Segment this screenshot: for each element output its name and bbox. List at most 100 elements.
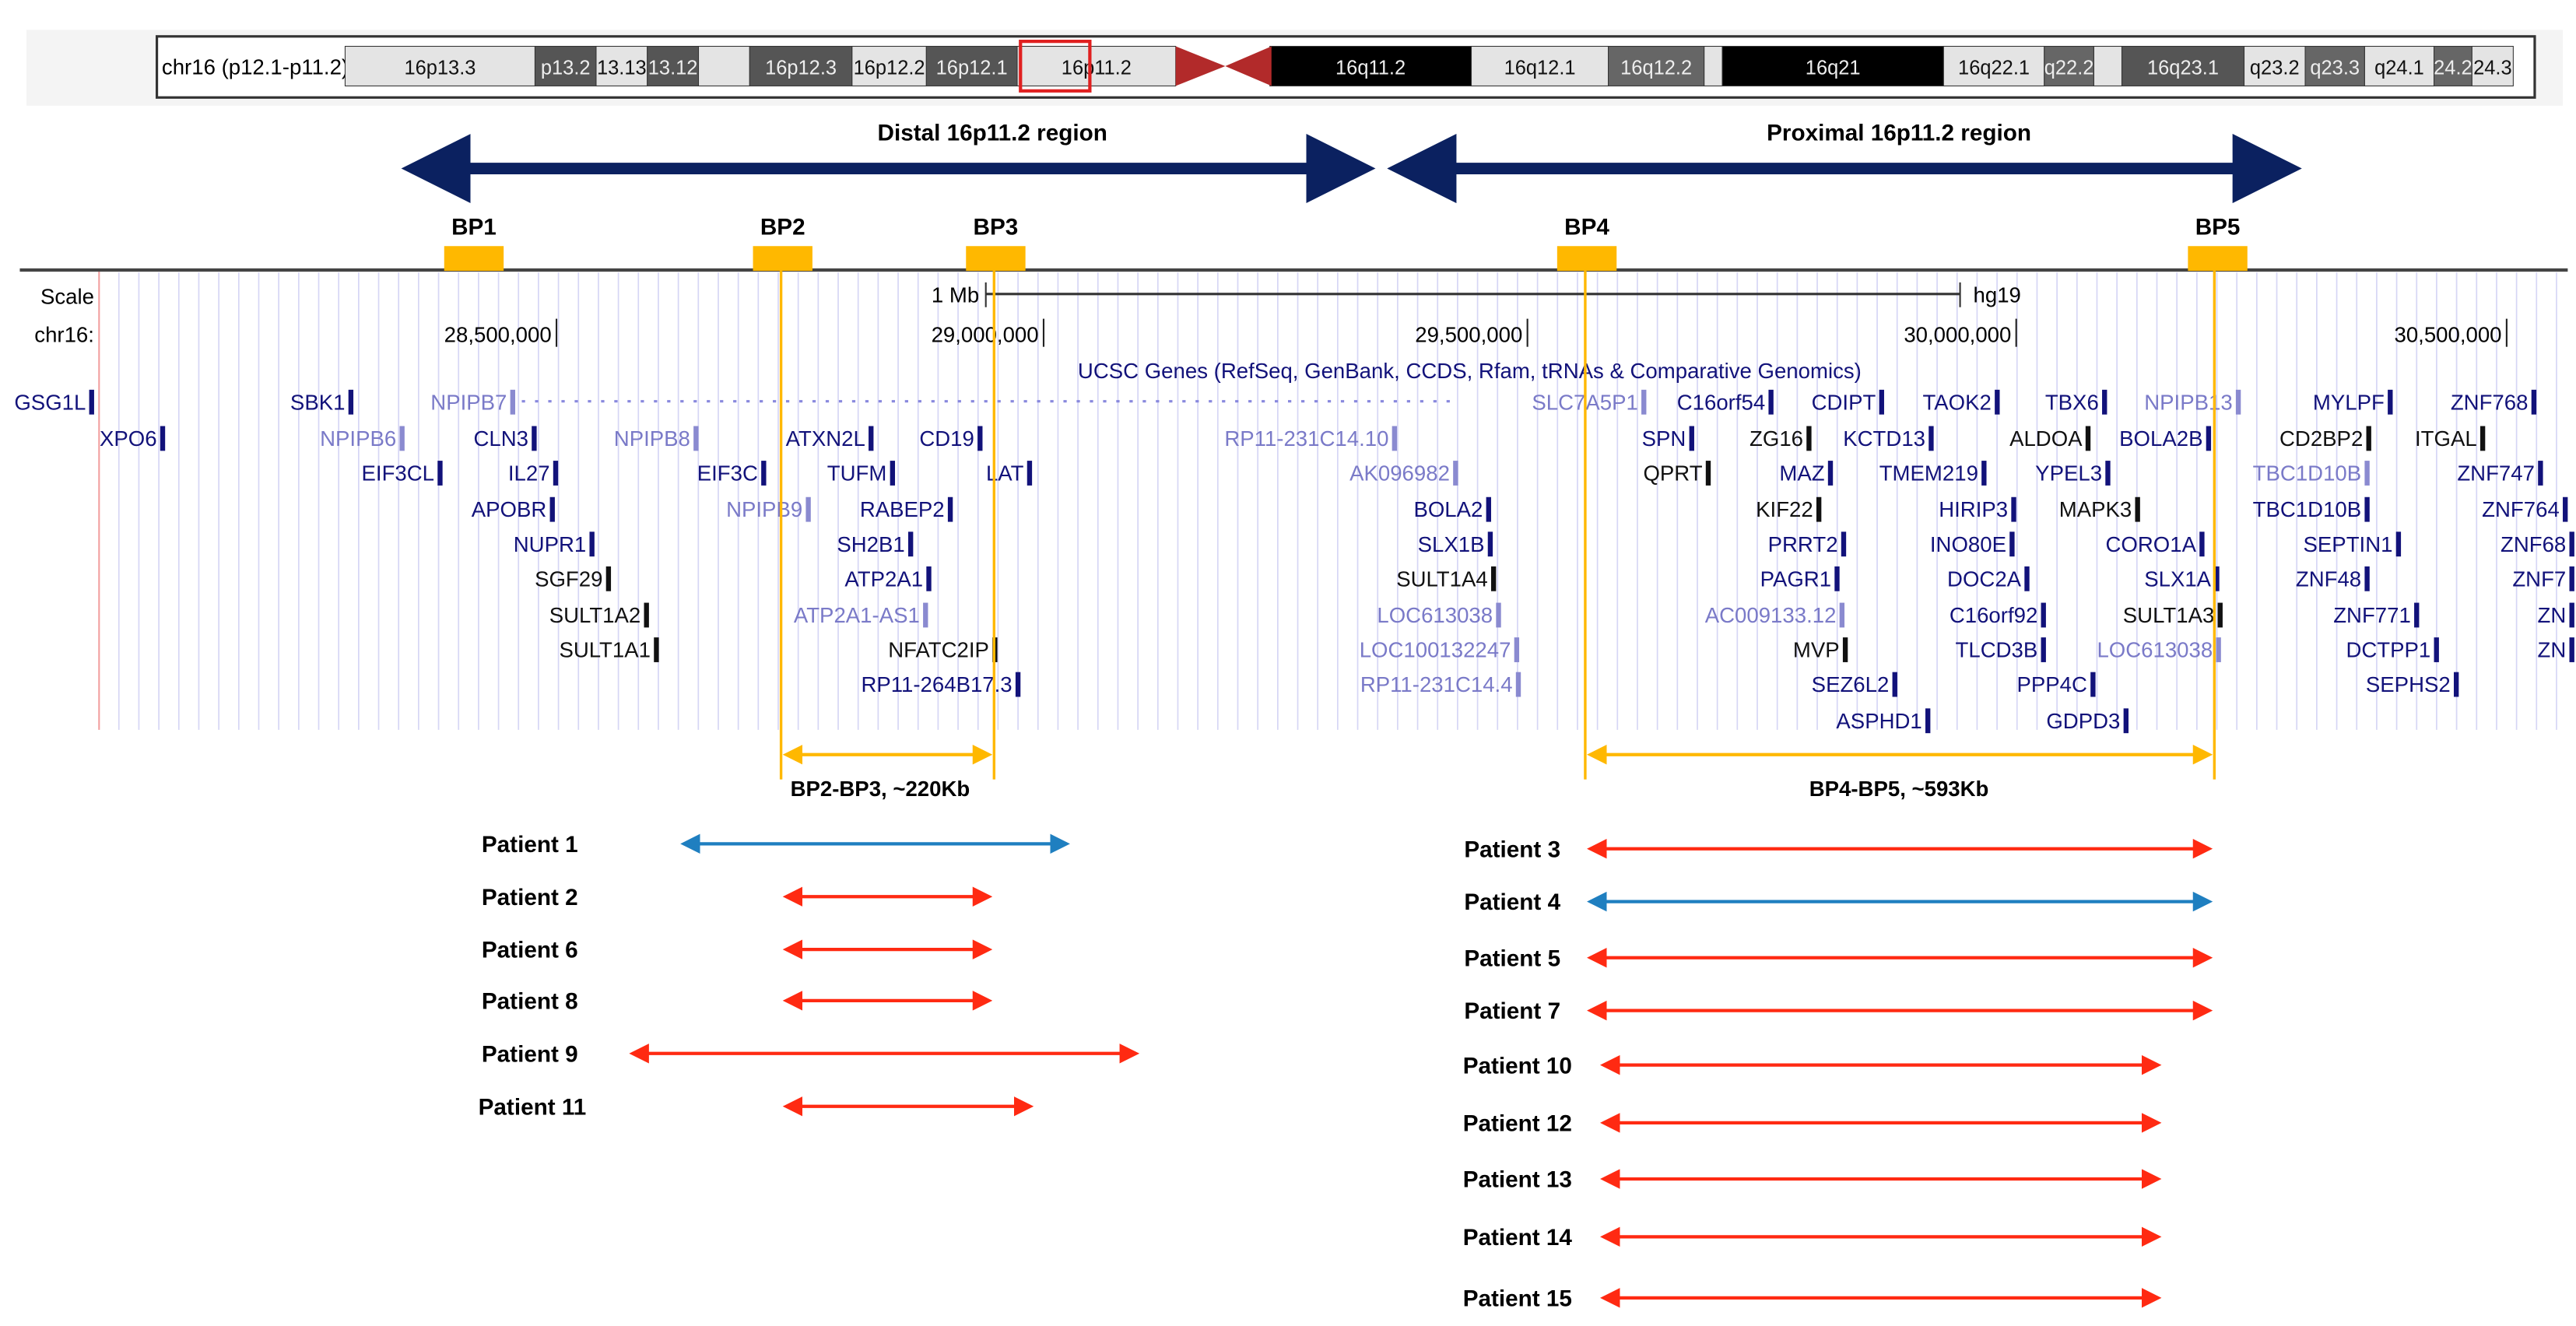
- gene-model: [2011, 496, 2016, 522]
- gene-label[interactable]: SEZ6L2: [1812, 672, 1890, 696]
- gene-label[interactable]: CDIPT: [1812, 390, 1876, 414]
- gene-label[interactable]: ZNF764: [2482, 497, 2560, 521]
- gene-label[interactable]: TBX6: [2045, 390, 2099, 414]
- gene-label[interactable]: CLN3: [473, 426, 528, 451]
- gene-label[interactable]: CD19: [919, 426, 974, 451]
- gene-label[interactable]: TLCD3B: [1956, 638, 2038, 662]
- gene-label[interactable]: DCTPP1: [2346, 638, 2430, 662]
- gene-label[interactable]: CORO1A: [2106, 532, 2197, 556]
- gene-label[interactable]: MAZ: [1779, 461, 1824, 486]
- gene-label[interactable]: NPIPB9: [726, 497, 802, 521]
- gene-label[interactable]: MVP: [1793, 638, 1840, 662]
- ideogram-label: chr16 (p12.1-p11.2): [162, 55, 349, 79]
- gene-label[interactable]: ZNF747: [2457, 461, 2535, 486]
- gene-label[interactable]: ATP2A1: [844, 567, 923, 591]
- tick-label: 29,000,000: [932, 322, 1039, 346]
- gene-label[interactable]: PAGR1: [1760, 567, 1831, 591]
- gene-label[interactable]: SULT1A2: [549, 603, 641, 627]
- gene-label[interactable]: ZNF771: [2333, 603, 2411, 627]
- gene-model: [1981, 461, 1987, 486]
- gene-label[interactable]: LOC100132247: [1360, 638, 1511, 662]
- gene-label[interactable]: SLX1A: [2144, 567, 2211, 591]
- gene-label[interactable]: QPRT: [1643, 461, 1702, 486]
- gene-label[interactable]: C16orf54: [1677, 390, 1765, 414]
- gene-label[interactable]: MAPK3: [2059, 497, 2132, 521]
- gene-model: [1768, 389, 1774, 415]
- gene-label[interactable]: NFATC2IP: [888, 638, 989, 662]
- patient-label: Patient 5: [1464, 945, 1560, 971]
- gene-label[interactable]: PRRT2: [1768, 532, 1838, 556]
- gene-label[interactable]: EIF3CL: [362, 461, 435, 486]
- gene-label[interactable]: HIRIP3: [1939, 497, 2008, 521]
- gene-label[interactable]: ATP2A1-AS1: [794, 603, 920, 627]
- gene-label[interactable]: RP11-231C14.4: [1360, 672, 1513, 696]
- gene-label[interactable]: GDPD3: [2046, 709, 2120, 733]
- gene-label[interactable]: ZNF68: [2501, 532, 2566, 556]
- gene-label[interactable]: TAOK2: [1922, 390, 1991, 414]
- gene-label[interactable]: YPEL3: [2035, 461, 2102, 486]
- gene-label[interactable]: AC009133.12: [1705, 603, 1837, 627]
- breakpoint-label: BP2: [760, 214, 805, 240]
- gene-label[interactable]: RP11-231C14.10: [1224, 426, 1388, 451]
- gene-model: [693, 426, 699, 451]
- distal-region-label: Distal 16p11.2 region: [878, 120, 1107, 146]
- gene-label[interactable]: LOC613038: [1377, 603, 1493, 627]
- gene-label[interactable]: SLX1B: [1418, 532, 1485, 556]
- gene-label[interactable]: SH2B1: [837, 532, 904, 556]
- gene-model: [1839, 602, 1845, 628]
- gene-model: [1827, 461, 1834, 486]
- gene-label[interactable]: ZNF48: [2296, 567, 2361, 591]
- gene-label[interactable]: NPIPB7: [430, 390, 507, 414]
- gene-label[interactable]: PPP4C: [2017, 672, 2087, 696]
- gene-label[interactable]: ZG16: [1750, 426, 1803, 451]
- gene-label[interactable]: TMEM219: [1879, 461, 1978, 486]
- gene-label[interactable]: RABEP2: [860, 497, 945, 521]
- gene-label[interactable]: TBC1D10B: [2253, 497, 2361, 521]
- gene-label[interactable]: ASPHD1: [1836, 709, 1921, 733]
- gene-label[interactable]: KIF22: [1756, 497, 1813, 521]
- gene-model: [654, 637, 659, 662]
- gene-label[interactable]: NPIPB6: [320, 426, 396, 451]
- gene-label[interactable]: MYLPF: [2313, 390, 2385, 414]
- gene-label[interactable]: NPIPB8: [614, 426, 690, 451]
- gene-label[interactable]: DOC2A: [1947, 567, 2022, 591]
- gene-label[interactable]: TBC1D10B: [2253, 461, 2361, 486]
- gene-label[interactable]: INO80E: [1930, 532, 2006, 556]
- gene-label[interactable]: CD2BP2: [2279, 426, 2363, 451]
- gene-label[interactable]: ZNF768: [2451, 390, 2529, 414]
- gene-label[interactable]: SULT1A3: [2123, 603, 2215, 627]
- gene-label[interactable]: ITGAL: [2415, 426, 2477, 451]
- gene-label[interactable]: NUPR1: [514, 532, 586, 556]
- gene-label[interactable]: TUFM: [827, 461, 887, 486]
- gene-label[interactable]: EIF3C: [697, 461, 758, 486]
- gene-label[interactable]: ALDOA: [2009, 426, 2083, 451]
- gene-label[interactable]: ZN: [2538, 603, 2567, 627]
- gene-label[interactable]: GSG1L: [14, 390, 86, 414]
- gene-label[interactable]: SULT1A4: [1396, 567, 1488, 591]
- gene-label[interactable]: ZN: [2538, 638, 2567, 662]
- gene-label[interactable]: ZNF7: [2512, 567, 2566, 591]
- gene-label[interactable]: NPIPB13: [2144, 390, 2232, 414]
- gene-label[interactable]: SGF29: [535, 567, 602, 591]
- patient-label: Patient 8: [482, 989, 578, 1015]
- gene-label[interactable]: KCTD13: [1843, 426, 1925, 451]
- gene-label[interactable]: IL27: [508, 461, 550, 486]
- gene-label[interactable]: SEPHS2: [2366, 672, 2451, 696]
- gene-label[interactable]: SPN: [1642, 426, 1686, 451]
- gene-label[interactable]: APOBR: [472, 497, 547, 521]
- gene-label[interactable]: AK096982: [1349, 461, 1450, 486]
- gene-label[interactable]: ATXN2L: [786, 426, 865, 451]
- gene-label[interactable]: C16orf92: [1950, 603, 2037, 627]
- figure: chr16 (p12.1-p11.2) 16p13.3 p13.2 13.13 13.…: [0, 0, 2576, 1326]
- breakpoints: BP1 BP2 BP3 BP4 BP5: [444, 214, 2248, 272]
- breakpoint-label: BP4: [1564, 214, 1609, 240]
- gene-label[interactable]: RP11-264B17.3: [861, 672, 1012, 696]
- gene-label[interactable]: LAT: [986, 461, 1024, 486]
- gene-label[interactable]: SBK1: [290, 390, 346, 414]
- gene-label[interactable]: BOLA2: [1413, 497, 1483, 521]
- gene-label[interactable]: XPO6: [100, 426, 157, 451]
- gene-label[interactable]: BOLA2B: [2119, 426, 2202, 451]
- gene-label[interactable]: SULT1A1: [559, 638, 651, 662]
- gene-label[interactable]: LOC613038: [2097, 638, 2213, 662]
- gene-label[interactable]: SEPTIN1: [2304, 532, 2393, 556]
